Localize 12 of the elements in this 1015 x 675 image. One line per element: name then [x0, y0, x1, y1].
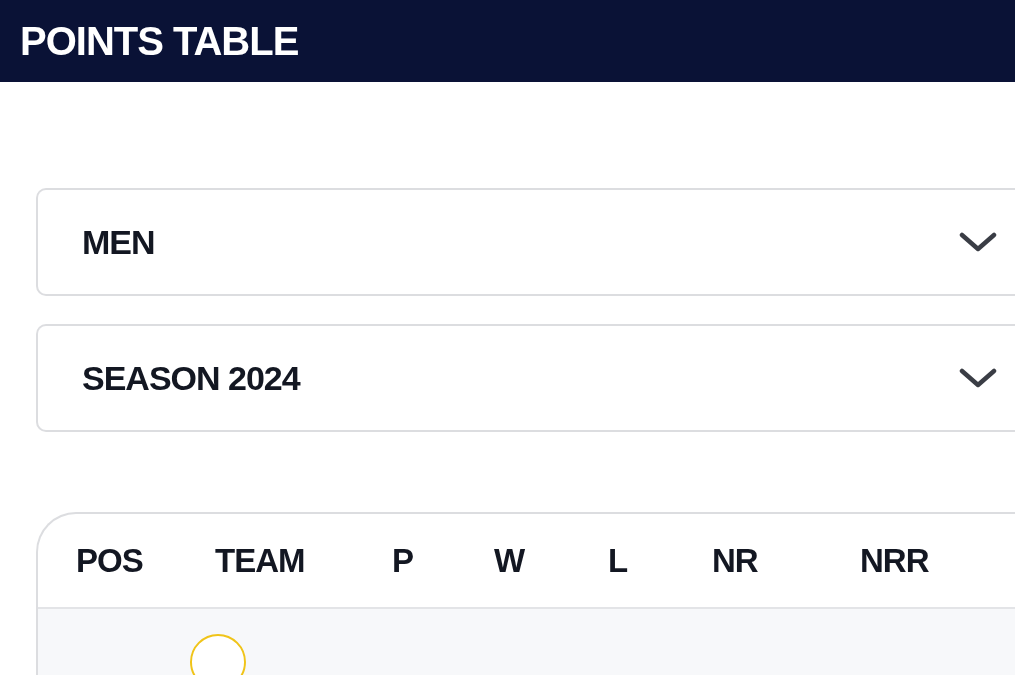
column-header: L	[608, 540, 629, 581]
column-header: W	[494, 540, 526, 581]
column-header: NRR	[860, 540, 930, 581]
column-header: TEAM	[215, 540, 306, 581]
column-header: POS	[76, 540, 144, 581]
chevron-down-icon	[959, 231, 997, 253]
page-title: POINTS TABLE	[20, 21, 299, 61]
filter-dropdown[interactable]: SEASON 2024	[36, 324, 1015, 432]
column-header: NR	[712, 540, 759, 581]
chevron-down-icon	[959, 367, 997, 389]
filter-dropdown[interactable]: MEN	[36, 188, 1015, 296]
column-header: P	[392, 540, 414, 581]
